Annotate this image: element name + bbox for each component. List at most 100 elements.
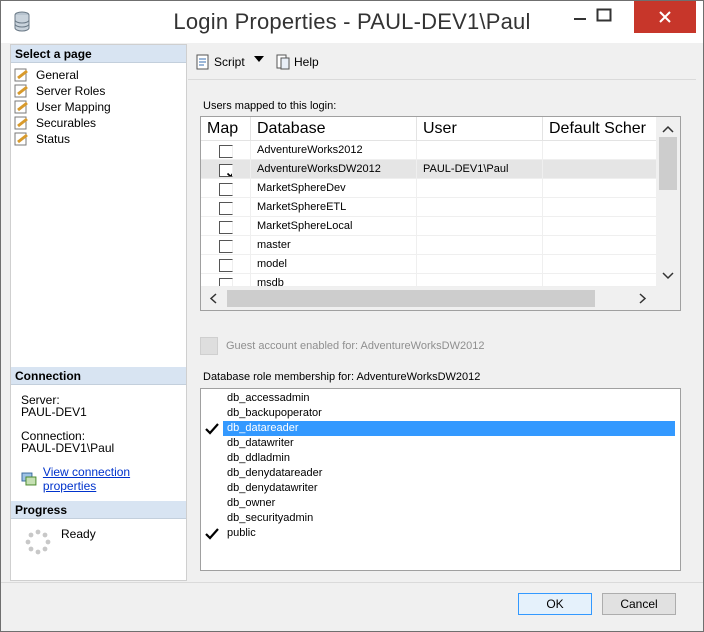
script-label: Script [214, 55, 245, 69]
help-icon [276, 54, 290, 70]
list-item[interactable]: db_accessadmin [201, 391, 675, 406]
chevron-up-icon[interactable] [656, 119, 680, 139]
role-membership-list: db_accessadmin db_backupoperator db_data… [200, 388, 681, 571]
map-checkbox[interactable] [218, 221, 233, 234]
role-checkbox[interactable] [201, 496, 223, 511]
page-wrench-icon [14, 68, 28, 82]
close-icon [659, 11, 671, 23]
table-row[interactable]: AdventureWorks2012 [201, 141, 656, 160]
ok-button[interactable]: OK [518, 593, 592, 615]
role-label: db_denydatareader [227, 467, 323, 479]
page-item-label: Server Roles [36, 84, 106, 98]
user-cell [417, 274, 543, 286]
view-connection-properties-link[interactable]: View connection properties [21, 465, 186, 493]
page-item-status[interactable]: Status [14, 131, 184, 147]
table-row[interactable]: msdb [201, 274, 656, 287]
chevron-left-icon[interactable] [203, 287, 225, 310]
grid-vertical-scrollbar[interactable] [656, 117, 680, 287]
checkmark-icon [226, 172, 232, 176]
login-properties-window: Login Properties - PAUL-DEV1\Paul Select… [0, 0, 704, 632]
table-row[interactable]: AdventureWorksDW2012 PAUL-DEV1\Paul [201, 160, 656, 179]
list-item[interactable]: db_denydatawriter [201, 481, 675, 496]
chevron-down-icon[interactable] [656, 265, 680, 285]
page-item-label: Securables [36, 116, 97, 130]
list-item[interactable]: db_owner [201, 496, 675, 511]
page-item-server-roles[interactable]: Server Roles [14, 83, 184, 99]
map-checkbox[interactable] [218, 259, 233, 272]
column-header-default-schema[interactable]: Default Scher [543, 117, 656, 140]
grid-header: Map Database User Default Scher [201, 117, 656, 141]
table-row[interactable]: MarketSphereDev [201, 179, 656, 198]
script-button[interactable]: Script [195, 54, 245, 70]
map-checkbox[interactable] [218, 240, 233, 253]
chevron-down-icon [254, 56, 264, 62]
table-row[interactable]: MarketSphereLocal [201, 217, 656, 236]
user-cell [417, 198, 543, 216]
table-row[interactable]: master [201, 236, 656, 255]
list-item[interactable]: db_datawriter [201, 436, 675, 451]
page-item-securables[interactable]: Securables [14, 115, 184, 131]
page-item-general[interactable]: General [14, 67, 184, 83]
close-button[interactable] [634, 1, 696, 33]
map-checkbox[interactable] [218, 202, 233, 215]
script-dropdown-button[interactable] [253, 54, 265, 64]
table-row[interactable]: MarketSphereETL [201, 198, 656, 217]
table-row[interactable]: model [201, 255, 656, 274]
map-checkbox[interactable] [218, 278, 233, 286]
page-wrench-icon [14, 116, 28, 130]
role-checkbox[interactable] [201, 436, 223, 451]
map-checkbox[interactable] [218, 183, 233, 196]
role-checkbox[interactable] [201, 406, 223, 421]
list-item[interactable]: db_ddladmin [201, 451, 675, 466]
list-item[interactable]: public [201, 526, 675, 541]
role-checkbox[interactable] [201, 391, 223, 406]
grid-horizontal-scrollbar[interactable] [201, 287, 680, 310]
role-checkbox[interactable] [201, 421, 223, 436]
default-schema-cell [543, 255, 656, 273]
user-cell [417, 179, 543, 197]
default-schema-cell [543, 217, 656, 235]
users-mapped-label: Users mapped to this login: [203, 100, 337, 112]
default-schema-cell [543, 141, 656, 159]
vertical-scroll-thumb[interactable] [659, 137, 677, 190]
user-cell [417, 255, 543, 273]
role-checkbox[interactable] [201, 481, 223, 496]
map-checkbox[interactable] [218, 164, 233, 177]
horizontal-scroll-thumb[interactable] [227, 290, 595, 307]
column-header-database[interactable]: Database [251, 117, 417, 140]
role-membership-label: Database role membership for: AdventureW… [203, 371, 481, 383]
list-item[interactable]: db_denydatareader [201, 466, 675, 481]
connection-properties-icon [21, 472, 37, 486]
script-icon [196, 54, 209, 70]
guest-account-option: Guest account enabled for: AdventureWork… [200, 337, 484, 355]
default-schema-cell [543, 160, 656, 178]
role-checkbox[interactable] [201, 451, 223, 466]
role-checkbox[interactable] [201, 466, 223, 481]
page-wrench-icon [14, 100, 28, 114]
user-cell: PAUL-DEV1\Paul [417, 160, 543, 178]
column-header-user[interactable]: User [417, 117, 543, 140]
help-button[interactable]: Help [275, 54, 319, 70]
role-checkbox[interactable] [201, 511, 223, 526]
role-checkbox[interactable] [201, 526, 223, 541]
chevron-right-icon[interactable] [631, 287, 653, 310]
right-pane: Script Help Users mapped to this login: … [188, 44, 696, 581]
role-label: db_accessadmin [227, 392, 310, 404]
user-cell [417, 141, 543, 159]
role-label: db_denydatawriter [227, 482, 318, 494]
role-label: db_securityadmin [227, 512, 314, 524]
database-cell: MarketSphereLocal [251, 217, 417, 235]
list-item[interactable]: db_datareader [201, 421, 675, 436]
list-item[interactable]: db_securityadmin [201, 511, 675, 526]
list-item[interactable]: db_backupoperator [201, 406, 675, 421]
user-mapping-content: Users mapped to this login: Map Database… [188, 81, 696, 581]
default-schema-cell [543, 274, 656, 286]
column-header-map[interactable]: Map [201, 117, 251, 140]
page-item-user-mapping[interactable]: User Mapping [14, 99, 184, 115]
dialog-button-bar: OK Cancel [1, 582, 703, 631]
map-checkbox[interactable] [218, 145, 233, 158]
guest-account-checkbox[interactable] [200, 337, 218, 355]
maximize-button[interactable] [581, 1, 627, 31]
cancel-button[interactable]: Cancel [602, 593, 676, 615]
page-wrench-icon [14, 132, 28, 146]
